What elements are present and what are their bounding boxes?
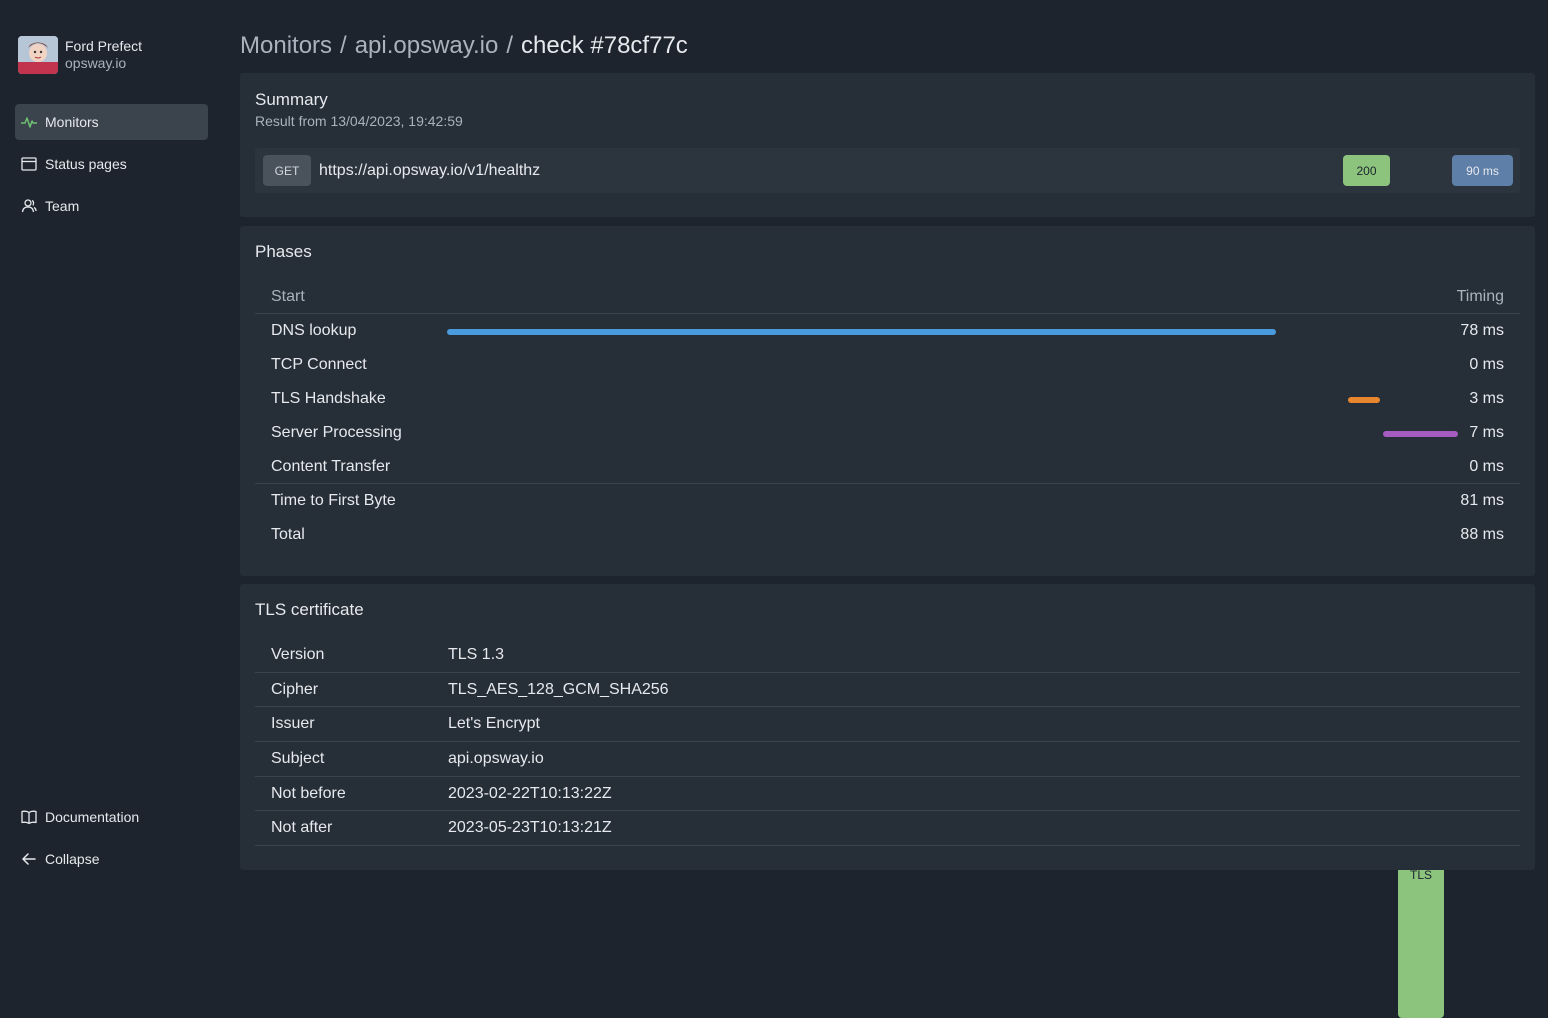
sidebar-item-status-pages[interactable]: Status pages [15,146,208,182]
tls-row: Subject api.opsway.io [255,742,1520,777]
sidebar-bottom: Documentation Collapse [15,799,208,883]
sidebar-item-label: Status pages [45,156,127,172]
method-badge: GET [263,155,311,186]
breadcrumb-separator: / [340,32,347,59]
tls-row: Not after 2023-05-23T10:13:21Z [255,811,1520,847]
summary-card: Summary Result from 13/04/2023, 19:42:59… [240,73,1535,1018]
tls-value: 2023-05-23T10:13:21Z [448,819,612,837]
phase-row: TCP Connect 0 ms [255,348,1520,382]
phase-bar [447,329,1277,335]
ttfb-label: Time to First Byte [271,492,396,509]
phase-bar [1348,397,1381,403]
phase-label: Content Transfer [271,458,391,475]
tls-value: TLS_AES_128_GCM_SHA256 [448,680,669,698]
phases-card: Phases Start Timing DNS lookup 78 ms TCP… [240,226,1535,576]
phase-value: 0 ms [1469,356,1504,373]
sidebar-item-label: Monitors [45,114,99,130]
phase-label: Server Processing [271,424,402,441]
phase-value: 0 ms [1469,458,1504,475]
sidebar-item-team[interactable]: Team [15,188,208,224]
user-org: opsway.io [65,55,127,71]
tls-row: Not before 2023-02-22T10:13:22Z [255,777,1520,812]
tls-table: Version TLS 1.3 Cipher TLS_AES_128_GCM_SHA… [255,638,1520,847]
status-badge: 200 [1343,155,1390,186]
breadcrumb-monitors[interactable]: Monitors [240,32,332,59]
avatar [18,36,58,74]
tls-certificate-card: TLS certificate Version TLS 1.3 Cipher TLS… [240,584,1535,870]
phase-row: DNS lookup 78 ms [255,314,1520,348]
ttfb-value: 81 ms [1460,492,1504,509]
phases-header: Start Timing [255,278,1520,314]
book-icon [21,810,37,825]
request-bar: GET https://api.opsway.io/v1/healthz 200… [255,148,1520,1018]
tls-key: Subject [271,750,325,768]
tls-value: Let's Encrypt [448,715,540,733]
sidebar-nav: Monitors Status pages Team [15,104,208,230]
tls-value: 2023-02-22T10:13:22Z [448,784,612,802]
column-header-start: Start [271,288,305,305]
tls-key: Not before [271,784,346,802]
column-header-timing: Timing [1456,288,1504,305]
arrow-left-icon [22,853,36,865]
phase-value: 78 ms [1460,322,1504,339]
browser-window-icon [21,157,37,171]
phase-label: TLS Handshake [271,390,386,407]
user-profile[interactable]: Ford Prefect opsway.io [18,36,142,74]
response-time-badge: 90 ms [1452,155,1513,186]
tls-title: TLS certificate [255,600,364,619]
phase-label: DNS lookup [271,322,357,339]
phase-value: 7 ms [1469,424,1504,441]
tls-key: Version [271,646,325,663]
summary-subtitle: Result from 13/04/2023, 19:42:59 [255,113,463,129]
total-row: Total 88 ms [255,518,1520,552]
sidebar-item-monitors[interactable]: Monitors [15,104,208,140]
sidebar: Ford Prefect opsway.io Monitors Status p… [0,0,225,905]
phase-value: 3 ms [1469,390,1504,407]
collapse-label: Collapse [45,851,100,867]
breadcrumb-current: check #78cf77c [521,32,688,59]
breadcrumb-monitor[interactable]: api.opsway.io [355,32,499,59]
collapse-button[interactable]: Collapse [15,841,208,877]
phases-title: Phases [255,242,312,261]
user-name: Ford Prefect [65,38,143,54]
phase-row: TLS Handshake 3 ms [255,382,1520,416]
tls-row: Version TLS 1.3 [255,638,1520,673]
summary-title: Summary [255,90,328,109]
tls-key: Issuer [271,715,315,733]
tls-row: Cipher TLS_AES_128_GCM_SHA256 [255,673,1520,708]
tls-row: Issuer Let's Encrypt [255,707,1520,743]
breadcrumb: Monitors / api.opsway.io / check #78cf77c [240,32,688,60]
phase-row: Content Transfer 0 ms [255,450,1520,484]
phase-bar [1383,431,1458,437]
sidebar-item-label: Team [45,198,80,214]
tls-value: api.opsway.io [448,750,544,768]
tls-key: Not after [271,819,333,837]
request-url: https://api.opsway.io/v1/healthz [319,162,541,179]
tls-key: Cipher [271,680,319,698]
phase-row: Server Processing 7 ms [255,416,1520,450]
total-label: Total [271,526,305,543]
documentation-label: Documentation [45,809,140,825]
total-value: 88 ms [1460,526,1504,543]
breadcrumb-separator: / [506,32,514,59]
phase-label: TCP Connect [271,356,367,373]
tls-value: TLS 1.3 [448,646,505,663]
users-icon [21,199,37,213]
phases-table: Start Timing DNS lookup 78 ms TCP Connec… [255,278,1520,552]
documentation-link[interactable]: Documentation [15,799,208,835]
ttfb-row: Time to First Byte 81 ms [255,484,1520,518]
activity-icon [21,117,37,128]
